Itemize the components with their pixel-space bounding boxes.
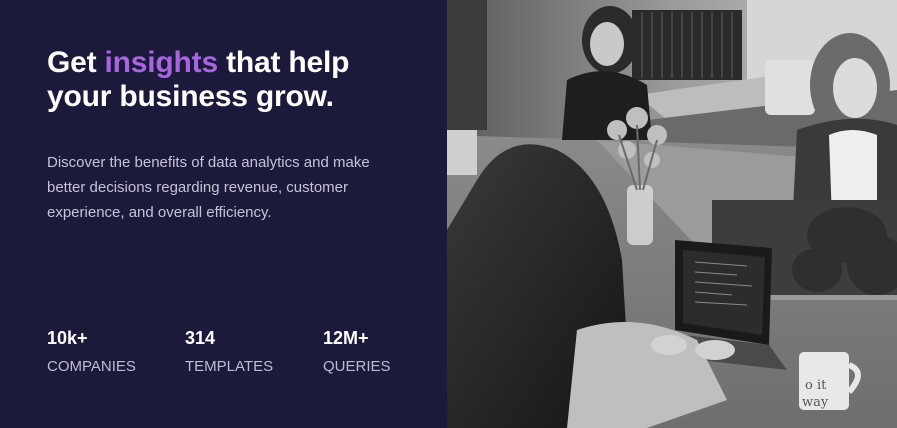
stat-templates: 314 TEMPLATES [185,327,323,376]
page-title: Get insights that help your business grow… [47,46,427,114]
content-panel: Get insights that help your business grow… [0,0,447,428]
stat-label: QUERIES [323,358,391,375]
stat-value: 314 [185,328,216,348]
mug-text-line2: way [802,395,829,410]
mug-text-line1: o it [805,378,827,393]
office-photo-illustration: o it way [447,0,897,428]
description-text: Discover the benefits of data analytics … [47,154,370,221]
office-photo: o it way [447,0,897,428]
headline-text-start: Get [47,46,105,79]
headline-accent-word: insights [104,46,219,79]
stat-label: TEMPLATES [185,358,274,375]
stat-value: 10k+ [47,328,88,348]
headline-text-end: that help [217,46,350,79]
stats-section: Get insights that help your business grow… [0,0,897,428]
stats-row: 10k+ COMPANIES 314 TEMPLATES 12M+ QUERIE… [47,327,461,376]
stat-value: 12M+ [323,328,369,348]
stat-label: COMPANIES [47,358,136,375]
headline-second-line: your business grow. [47,80,334,113]
stat-queries: 12M+ QUERIES [323,327,461,376]
stat-companies: 10k+ COMPANIES [47,327,185,376]
